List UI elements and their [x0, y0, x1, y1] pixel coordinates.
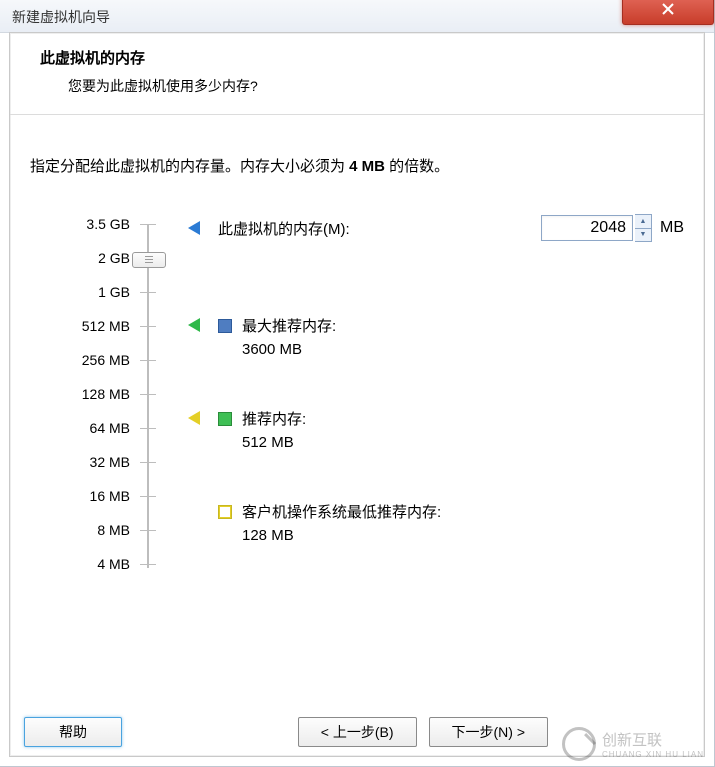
scale-label: 512 MB	[82, 318, 130, 335]
help-button[interactable]: 帮助	[24, 717, 122, 747]
legend-rec-value: 512 MB	[242, 432, 306, 455]
legend-min-value: 128 MB	[242, 525, 441, 548]
scale-label: 16 MB	[90, 488, 130, 505]
spinner-up-icon[interactable]: ▲	[635, 215, 651, 229]
scale-label: 3.5 GB	[86, 216, 130, 233]
body-area: 指定分配给此虚拟机的内存量。内存大小必须为 4 MB 的倍数。 3.5 GB 2…	[10, 115, 704, 595]
legend-min: 客户机操作系统最低推荐内存: 128 MB	[188, 502, 684, 547]
scale-label: 128 MB	[82, 386, 130, 403]
legend-max-value: 3600 MB	[242, 339, 336, 362]
window-title: 新建虚拟机向导	[12, 7, 110, 27]
square-green-icon	[218, 412, 232, 426]
memory-layout: 3.5 GB 2 GB 1 GB 512 MB 256 MB 128 MB 64…	[30, 216, 684, 595]
memory-spinner[interactable]: ▲ ▼	[635, 214, 652, 242]
instruction-suffix: 的倍数。	[385, 158, 449, 175]
memory-input[interactable]	[541, 215, 633, 241]
scale-label: 1 GB	[98, 284, 130, 301]
scale-label: 32 MB	[90, 454, 130, 471]
memory-details: 此虚拟机的内存(M): ▲ ▼ MB	[164, 216, 684, 595]
memory-input-row: 此虚拟机的内存(M): ▲ ▼ MB	[188, 214, 684, 242]
close-icon	[661, 2, 675, 16]
arrow-yellow-icon	[188, 411, 200, 425]
legend-max: 最大推荐内存: 3600 MB	[188, 316, 684, 361]
wizard-window: 新建虚拟机向导 此虚拟机的内存 您要为此虚拟机使用多少内存? 指定分配给此虚拟机…	[0, 0, 715, 767]
page-subtitle: 您要为此虚拟机使用多少内存?	[68, 76, 674, 96]
legend-rec-label: 推荐内存:	[242, 409, 306, 432]
footer: 帮助 < 上一步(B) 下一步(N) >	[10, 708, 704, 756]
scale-label: 4 MB	[97, 556, 130, 573]
scale-label: 64 MB	[90, 420, 130, 437]
slider-thumb[interactable]	[132, 252, 166, 268]
back-button[interactable]: < 上一步(B)	[298, 717, 417, 747]
legend-rec: 推荐内存: 512 MB	[188, 409, 684, 454]
memory-slider[interactable]	[134, 216, 164, 576]
legend-min-label: 客户机操作系统最低推荐内存:	[242, 502, 441, 525]
slider-track	[147, 224, 149, 568]
next-button[interactable]: 下一步(N) >	[429, 717, 549, 747]
arrow-blue-icon	[188, 221, 200, 235]
legend-block: 最大推荐内存: 3600 MB 推荐内存: 512 MB	[188, 316, 684, 547]
legend-max-label: 最大推荐内存:	[242, 316, 336, 339]
memory-label: 此虚拟机的内存(M):	[218, 218, 350, 239]
close-button[interactable]	[622, 0, 714, 25]
memory-unit: MB	[660, 219, 684, 237]
titlebar: 新建虚拟机向导	[0, 0, 714, 33]
scale-label: 2 GB	[98, 250, 130, 267]
spinner-down-icon[interactable]: ▼	[635, 229, 651, 242]
content-panel: 此虚拟机的内存 您要为此虚拟机使用多少内存? 指定分配给此虚拟机的内存量。内存大…	[9, 32, 705, 757]
arrow-green-icon	[188, 318, 200, 332]
square-yellow-icon	[218, 505, 232, 519]
header-section: 此虚拟机的内存 您要为此虚拟机使用多少内存?	[10, 33, 704, 115]
instruction-bold: 4 MB	[349, 158, 385, 175]
scale-label: 8 MB	[97, 522, 130, 539]
page-title: 此虚拟机的内存	[40, 47, 674, 68]
square-blue-icon	[218, 319, 232, 333]
scale-label: 256 MB	[82, 352, 130, 369]
instruction-prefix: 指定分配给此虚拟机的内存量。内存大小必须为	[30, 158, 349, 175]
instruction-text: 指定分配给此虚拟机的内存量。内存大小必须为 4 MB 的倍数。	[30, 155, 684, 176]
scale-labels-column: 3.5 GB 2 GB 1 GB 512 MB 256 MB 128 MB 64…	[30, 216, 130, 573]
